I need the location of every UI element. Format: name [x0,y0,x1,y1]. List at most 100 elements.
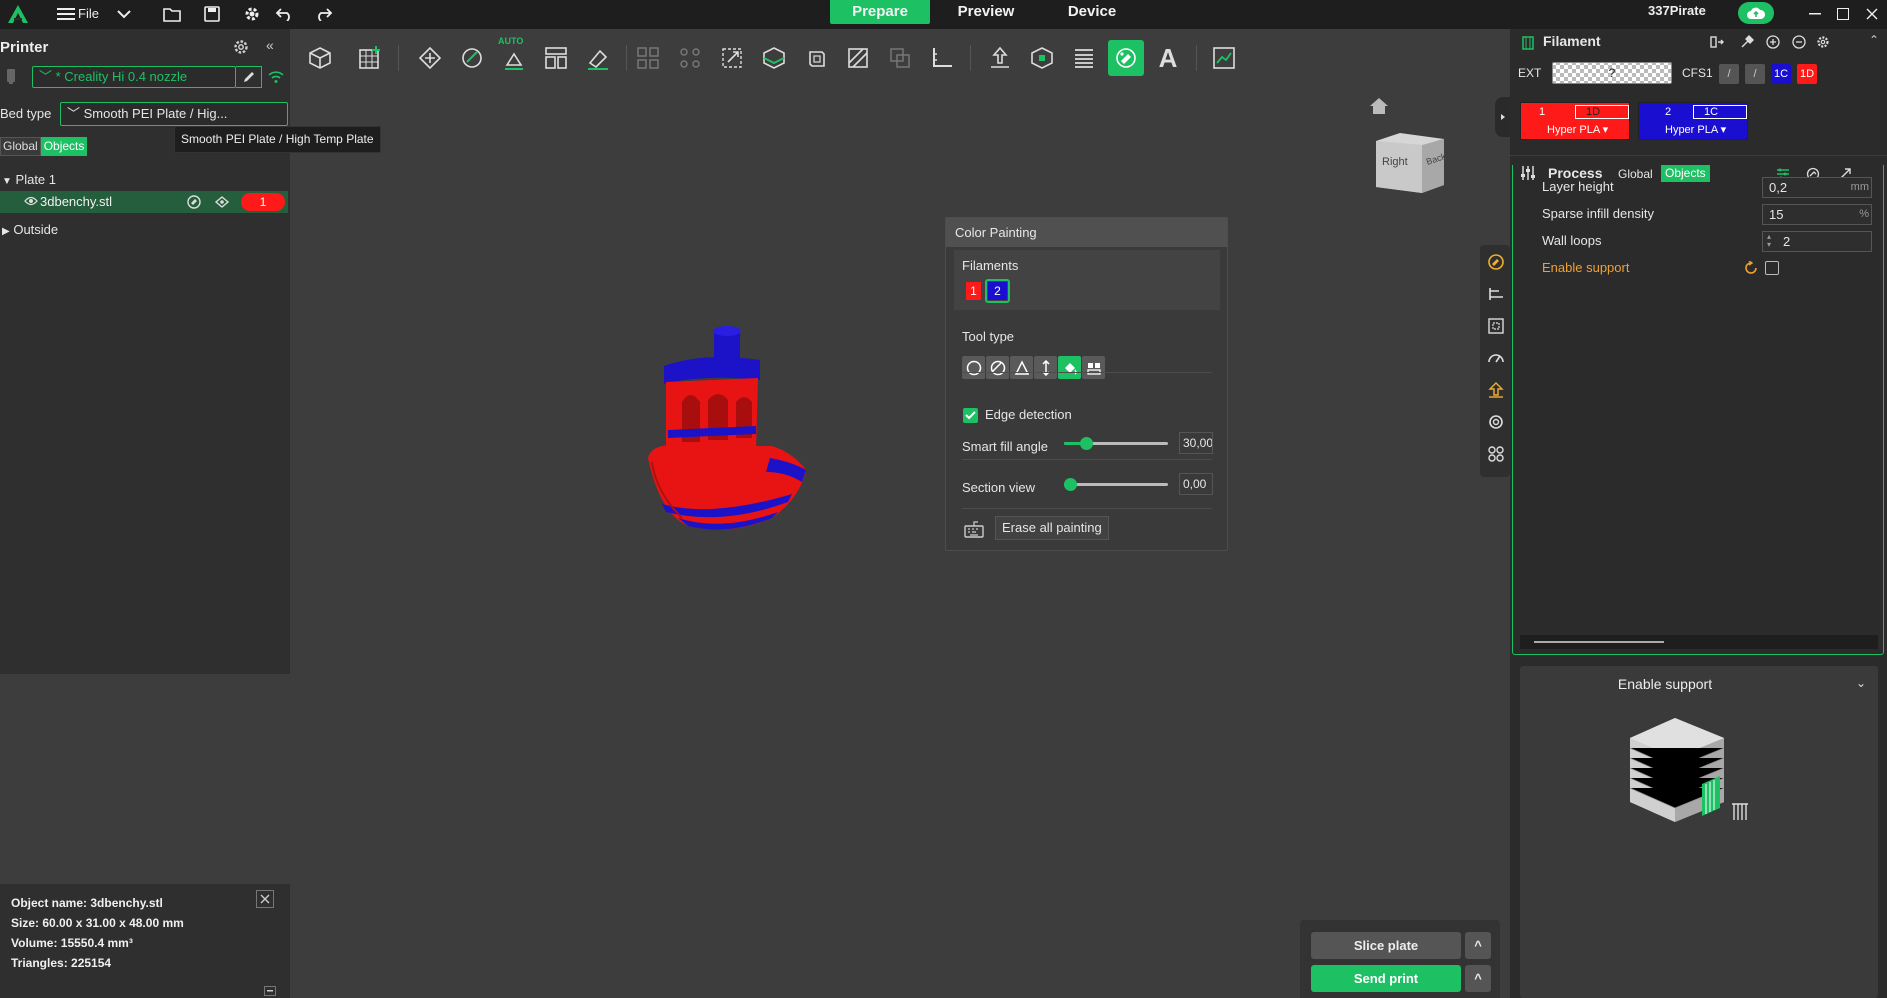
sparse-infill-density-input[interactable]: 15 % [1762,204,1872,225]
slice-plate-button[interactable]: Slice plate [1311,932,1461,959]
gap-fill-icon[interactable] [1082,356,1105,379]
gear-icon[interactable] [240,2,264,26]
section-view-input[interactable]: 0,00 [1179,473,1213,495]
viewcube-right-face[interactable]: Right [1382,156,1408,168]
seam-painting-icon[interactable] [982,40,1018,76]
toggle-global[interactable]: Global [0,137,41,156]
filament-1-type[interactable]: Hyper PLA ▾ [1547,123,1608,136]
layout-icon[interactable] [538,40,574,76]
send-options-button[interactable]: ^ [1465,965,1491,992]
object-filament-badge[interactable]: 1 [241,193,285,211]
scrollbar-thumb[interactable] [1534,641,1664,643]
filament-tool-icon[interactable] [1738,33,1756,51]
filament-2-type[interactable]: Hyper PLA ▾ [1665,123,1726,136]
cfs-slot-1[interactable]: / [1719,64,1739,84]
auto-orient-icon[interactable]: AUTO [496,36,532,76]
toggle-objects[interactable]: Objects [40,137,88,156]
sphere-brush-icon[interactable] [986,356,1009,379]
collapse-filament-icon[interactable]: ⌃ [1869,33,1879,47]
upload-cloud-button[interactable] [1738,2,1774,24]
bed-type-select[interactable]: ﹀ Smooth PEI Plate / Hig... [60,102,288,126]
variable-layer-height-icon[interactable] [1066,40,1102,76]
svg-emboss-icon[interactable] [1206,40,1242,76]
menu-icon[interactable] [54,2,78,26]
undo-icon[interactable] [272,2,296,26]
modifier-strip-icon[interactable] [1487,445,1505,463]
printer-select[interactable]: ﹀ * Creality Hi 0.4 nozzle [32,66,236,88]
arrange-icon[interactable] [412,40,448,76]
triangle-brush-icon[interactable] [1010,356,1033,379]
height-range-icon[interactable] [1034,356,1057,379]
select-strip-icon[interactable] [1487,317,1505,335]
3d-viewport[interactable]: Right Back Slice plate ^ Send print ^ [290,87,1510,998]
cfs-slot-2[interactable]: / [1745,64,1765,84]
printer-settings-gear-icon[interactable] [232,38,250,56]
home-view-icon[interactable] [1369,97,1389,115]
paint-strip-icon[interactable] [1487,253,1505,271]
cut-icon[interactable] [756,40,792,76]
maximize-icon[interactable] [1831,2,1855,26]
color-painting-tool-button[interactable] [1108,40,1144,76]
3dbenchy-model[interactable] [642,322,827,532]
tab-device[interactable]: Device [1042,0,1142,24]
tree-plate-row[interactable]: ▼ Plate 1 [2,172,56,187]
tree-outside-row[interactable]: ▶ Outside [2,222,58,237]
send-print-button[interactable]: Send print [1311,965,1461,992]
layer-height-input[interactable]: 0,2 mm [1762,177,1872,198]
open-folder-icon[interactable] [160,2,184,26]
view-cube[interactable]: Right Back [1374,131,1447,197]
collapse-panel-icon[interactable]: « [266,37,274,53]
measure-icon[interactable] [924,40,960,76]
boolean-icon[interactable] [882,40,918,76]
tree-object-row[interactable]: 3dbenchy.stl 1 [0,191,288,213]
slice-options-button[interactable]: ^ [1465,932,1491,959]
smart-fill-angle-input[interactable]: 30,00 [1179,432,1213,454]
support-card-chevron-icon[interactable]: ⌄ [1856,676,1866,690]
scale-icon[interactable] [714,40,750,76]
close-icon[interactable] [1860,2,1884,26]
section-view-knob[interactable] [1064,478,1077,491]
orient-icon[interactable] [454,40,490,76]
remove-filament-icon[interactable] [1790,33,1808,51]
speed-strip-icon[interactable] [1487,349,1505,367]
add-plate-icon[interactable] [352,40,388,76]
reset-to-default-icon[interactable] [1744,261,1758,275]
text-tool-icon[interactable]: A [1150,40,1186,76]
align-strip-icon[interactable] [1487,285,1505,303]
keyboard-shortcuts-icon[interactable] [964,520,984,538]
sync-filament-icon[interactable] [1708,33,1726,51]
support-painting-icon[interactable] [840,40,876,76]
filament-card-2[interactable]: 2 1C Hyper PLA ▾ [1638,102,1748,140]
tab-prepare[interactable]: Prepare [830,0,930,24]
filament-1-swatch[interactable]: 1 [966,282,981,300]
enable-support-checkbox[interactable] [1765,261,1779,275]
redo-icon[interactable] [312,2,336,26]
file-menu[interactable]: File [78,6,99,21]
edge-detection-checkbox[interactable] [963,408,978,423]
horizontal-scrollbar[interactable] [1520,635,1878,649]
close-info-icon[interactable] [256,890,274,908]
filament-2-slot[interactable]: 1C [1693,105,1747,119]
add-filament-icon[interactable] [1764,33,1782,51]
right-panel-collapse[interactable] [1495,97,1510,137]
paint-brush-status-icon[interactable] [186,194,202,210]
split-objects-icon[interactable] [630,40,666,76]
filament-card-1[interactable]: 1 1D Hyper PLA ▾ [1520,102,1630,140]
lay-on-face-icon[interactable] [580,40,616,76]
save-icon[interactable] [200,2,224,26]
section-view-slider[interactable] [1064,478,1168,492]
add-cube-icon[interactable] [302,40,338,76]
external-spool-swatch[interactable]: ? [1552,62,1672,84]
support-paint-status-icon[interactable] [214,194,230,210]
circle-brush-icon[interactable] [962,356,985,379]
minimize-info-icon[interactable] [264,986,276,996]
cfs-slot-3[interactable]: 1C [1771,64,1791,84]
chevron-down-icon[interactable] [112,2,136,26]
erase-all-painting-button[interactable]: Erase all painting [995,516,1109,540]
settings-strip-icon[interactable] [1487,413,1505,431]
wall-loops-spinner[interactable]: ▴ ▾ 2 [1762,231,1872,252]
spinner-arrows-icon[interactable]: ▴ ▾ [1767,233,1771,249]
smart-fill-knob[interactable] [1080,437,1094,450]
hollow-icon[interactable] [798,40,834,76]
tab-preview[interactable]: Preview [936,0,1036,24]
